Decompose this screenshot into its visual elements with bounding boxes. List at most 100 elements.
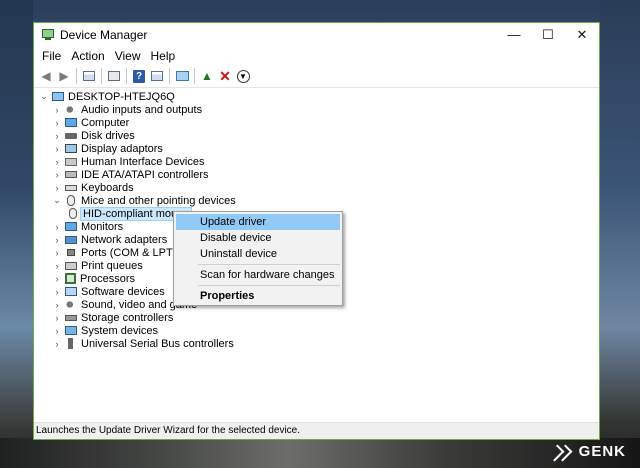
tree-category[interactable]: › Storage controllers — [34, 311, 599, 324]
tree-category-label: Universal Serial Bus controllers — [81, 337, 234, 350]
disable-device-menu-item[interactable]: Disable device — [176, 230, 340, 246]
menu-action[interactable]: Action — [66, 49, 109, 63]
processor-icon — [65, 273, 76, 284]
tree-category-label: Mice and other pointing devices — [81, 194, 236, 207]
expand-chevron-icon[interactable]: › — [52, 274, 62, 284]
tree-category-label: Audio inputs and outputs — [81, 103, 203, 116]
menu-file[interactable]: File — [37, 49, 66, 63]
computer-icon — [65, 118, 77, 127]
display-icon — [65, 144, 77, 153]
watermark: GENK — [547, 443, 626, 461]
back-arrow-icon[interactable]: ◀ — [38, 68, 54, 84]
add-driver-icon[interactable]: ▲ — [199, 68, 215, 84]
close-button[interactable]: ✕ — [565, 23, 599, 46]
tree-category-label: Monitors — [81, 220, 124, 233]
computer-icon — [52, 92, 64, 101]
window-title: Device Manager — [60, 27, 148, 42]
tree-category-label: Storage controllers — [81, 311, 174, 324]
desktop-wallpaper-right — [600, 0, 640, 468]
show-hide-console-tree-icon[interactable] — [81, 68, 97, 84]
tree-category-label: Network adapters — [81, 233, 168, 246]
expand-chevron-icon[interactable]: › — [52, 235, 62, 245]
toolbar-separator — [76, 68, 77, 84]
context-menu: Update driver Disable device Uninstall d… — [173, 211, 343, 306]
watermark-text: GENK — [578, 443, 626, 460]
properties-icon[interactable] — [106, 68, 122, 84]
tree-root[interactable]: ⌄ DESKTOP-HTEJQ6Q — [34, 90, 599, 103]
tree-category-label: Computer — [81, 116, 130, 129]
tree-category-label: Display adaptors — [81, 142, 163, 155]
watermark-logo-icon — [547, 444, 573, 461]
tree-category-label: Human Interface Devices — [81, 155, 205, 168]
tree-category[interactable]: › IDE ATA/ATAPI controllers — [34, 168, 599, 181]
tree-category-expanded[interactable]: ⌄ Mice and other pointing devices — [34, 194, 599, 207]
uninstall-device-menu-item[interactable]: Uninstall device — [176, 246, 340, 262]
toolbar: ◀ ▶ ? ▲ ✕ ▼ — [34, 65, 599, 88]
speaker-icon — [65, 299, 77, 310]
printer-icon — [65, 261, 77, 270]
title-bar[interactable]: Device Manager — ☐ ✕ — [34, 23, 599, 46]
toolbar-separator — [194, 68, 195, 84]
expand-chevron-icon[interactable]: › — [52, 144, 62, 154]
scan-hardware-icon[interactable] — [174, 68, 190, 84]
tree-category[interactable]: › Keyboards — [34, 181, 599, 194]
expand-chevron-icon[interactable]: › — [52, 222, 62, 232]
update-driver-icon[interactable]: ▼ — [235, 68, 251, 84]
collapse-chevron-icon[interactable]: ⌄ — [52, 195, 62, 206]
tree-category[interactable]: › Computer — [34, 116, 599, 129]
tree-category-label: Processors — [80, 272, 136, 285]
storage-icon — [65, 314, 77, 321]
tree-category[interactable]: › Universal Serial Bus controllers — [34, 337, 599, 350]
tree-category[interactable]: › System devices — [34, 324, 599, 337]
properties-menu-item[interactable]: Properties — [176, 288, 340, 304]
forward-arrow-icon[interactable]: ▶ — [56, 68, 72, 84]
device-manager-icon — [42, 28, 54, 41]
menu-help[interactable]: Help — [146, 49, 181, 63]
expand-chevron-icon[interactable]: › — [52, 118, 62, 128]
tree-category-label: Ports (COM & LPT) — [81, 246, 177, 259]
expand-chevron-icon[interactable]: › — [52, 261, 62, 271]
keyboard-icon — [65, 184, 77, 191]
usb-icon — [68, 338, 73, 349]
window-controls: — ☐ ✕ — [497, 23, 599, 46]
expand-chevron-icon[interactable]: › — [52, 300, 62, 310]
ide-icon — [65, 171, 77, 178]
network-icon — [65, 235, 77, 244]
help-icon[interactable]: ? — [131, 68, 147, 84]
tree-category[interactable]: › Disk drives — [34, 129, 599, 142]
port-icon — [67, 249, 75, 256]
tree-root-label: DESKTOP-HTEJQ6Q — [68, 90, 175, 103]
expand-chevron-icon[interactable]: › — [52, 339, 62, 349]
scan-hardware-menu-item[interactable]: Scan for hardware changes — [176, 267, 340, 283]
tree-category[interactable]: › Human Interface Devices — [34, 155, 599, 168]
collapse-chevron-icon[interactable]: ⌄ — [39, 91, 49, 102]
expand-chevron-icon[interactable]: › — [52, 313, 62, 323]
maximize-button[interactable]: ☐ — [531, 23, 565, 46]
tree-category[interactable]: › Audio inputs and outputs — [34, 103, 599, 116]
action-pane-icon[interactable] — [149, 68, 165, 84]
menu-view[interactable]: View — [110, 49, 146, 63]
tree-category-label: Disk drives — [81, 129, 135, 142]
minimize-button[interactable]: — — [497, 23, 531, 46]
tree-category[interactable]: › Display adaptors — [34, 142, 599, 155]
software-icon — [65, 287, 77, 296]
expand-chevron-icon[interactable]: › — [52, 326, 62, 336]
system-icon — [65, 326, 77, 335]
expand-chevron-icon[interactable]: › — [52, 131, 62, 141]
speaker-icon — [65, 104, 77, 115]
expand-chevron-icon[interactable]: › — [52, 287, 62, 297]
expand-chevron-icon[interactable]: › — [52, 183, 62, 193]
toolbar-separator — [101, 68, 102, 84]
monitor-icon — [65, 222, 77, 231]
desktop-wallpaper-bottom — [0, 438, 640, 468]
menu-separator — [198, 285, 340, 286]
tree-category-label: Print queues — [81, 259, 143, 272]
expand-chevron-icon[interactable]: › — [52, 170, 62, 180]
expand-chevron-icon[interactable]: › — [52, 157, 62, 167]
menu-separator — [198, 264, 340, 265]
expand-chevron-icon[interactable]: › — [52, 105, 62, 115]
status-bar: Launches the Update Driver Wizard for th… — [34, 422, 599, 439]
update-driver-menu-item[interactable]: Update driver — [176, 214, 340, 230]
uninstall-device-icon[interactable]: ✕ — [217, 68, 233, 84]
expand-chevron-icon[interactable]: › — [52, 248, 62, 258]
